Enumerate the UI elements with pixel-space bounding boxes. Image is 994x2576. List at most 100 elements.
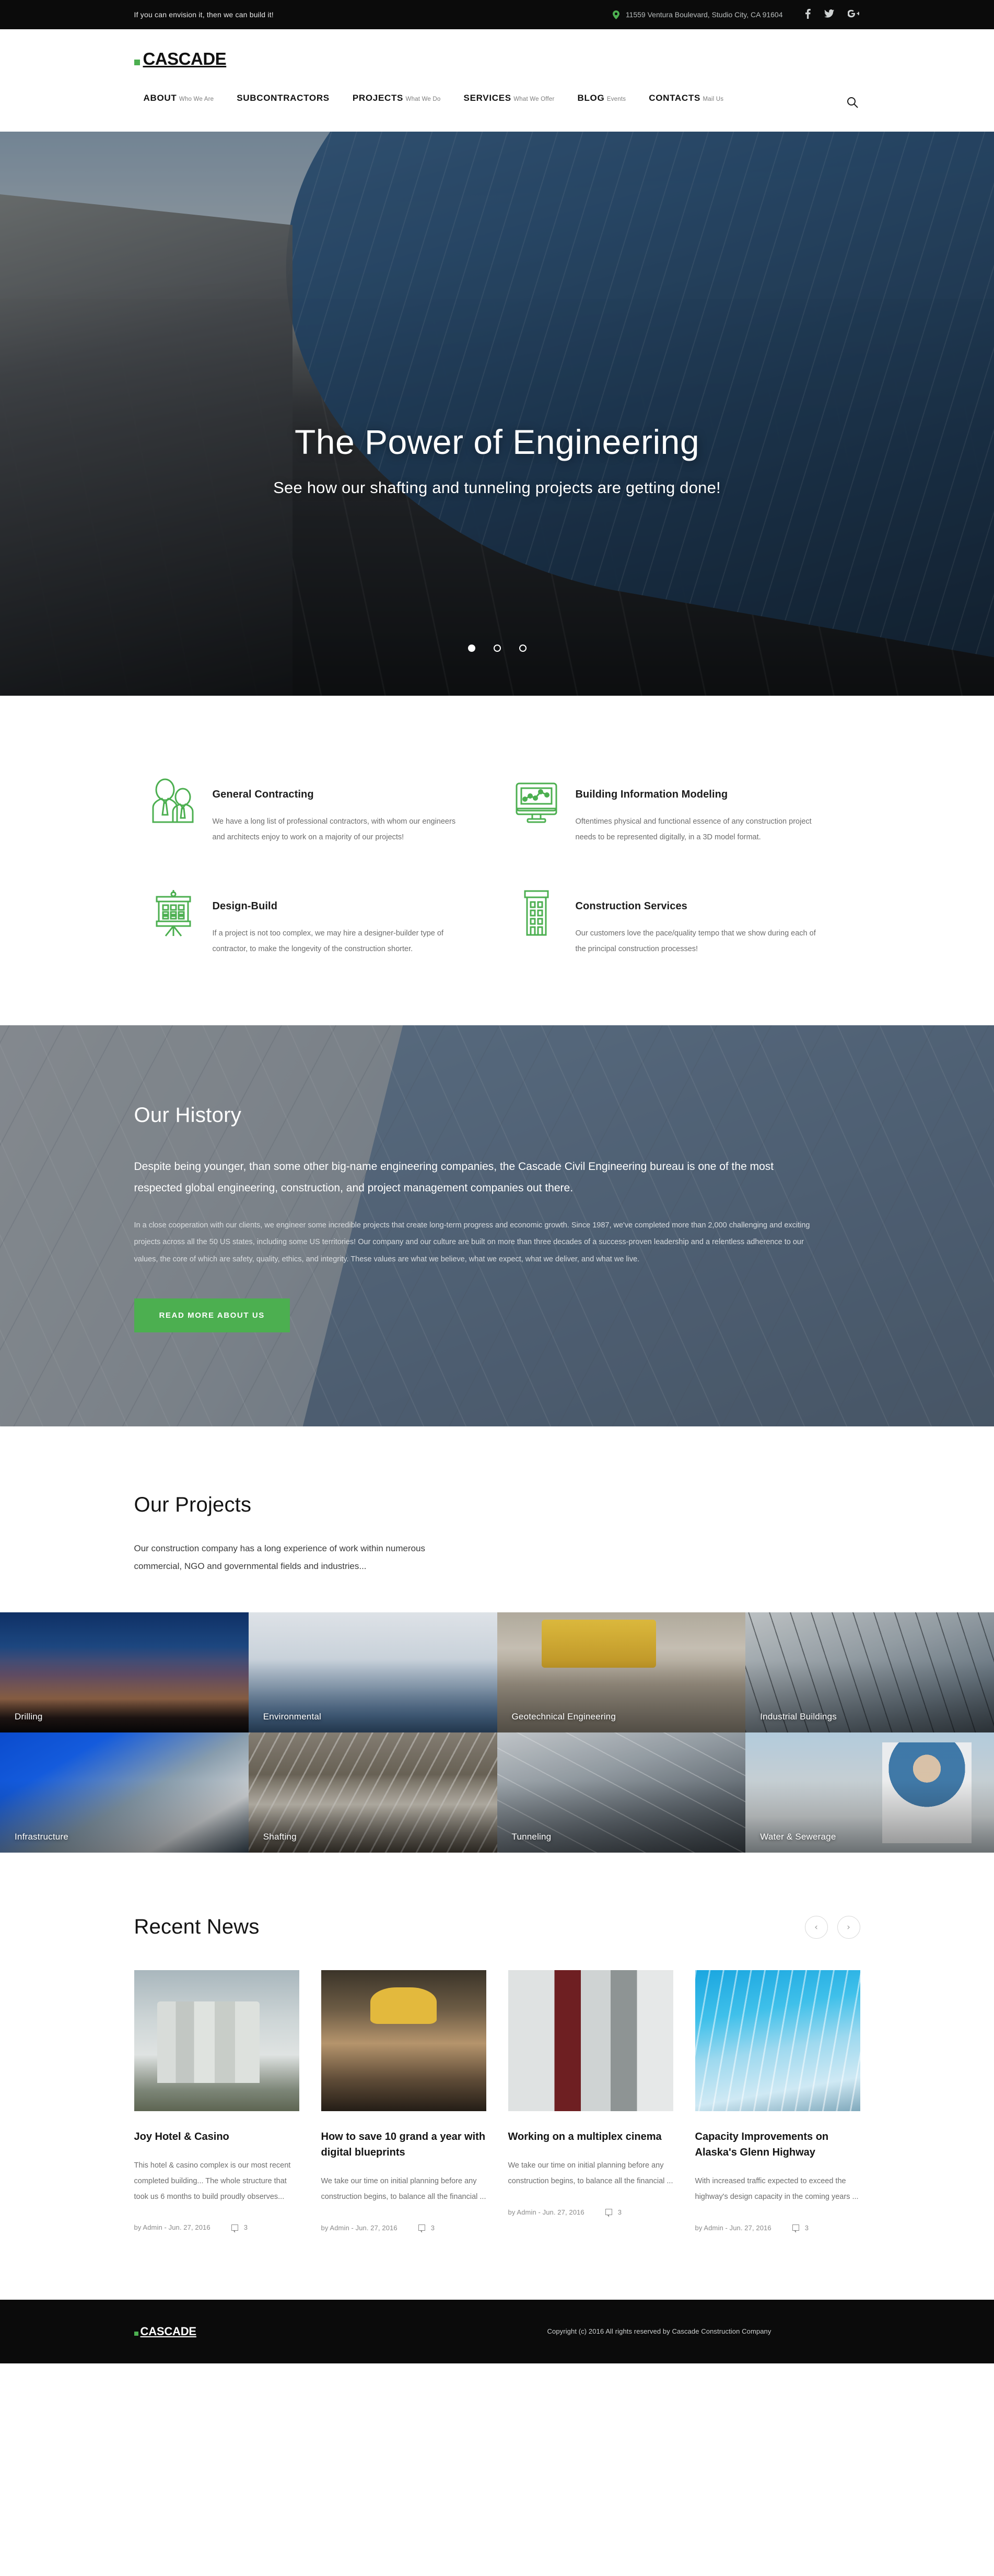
footer-logo-text: CASCADE [140,2324,197,2338]
news-comment-count: 3 [231,2223,248,2233]
nav-title: PROJECTS [352,93,404,103]
project-label: Infrastructure [15,1831,68,1842]
read-more-about-us-button[interactable]: READ MORE ABOUT US [134,1298,290,1332]
google-plus-icon[interactable] [847,9,860,20]
nav-title: BLOG [577,93,605,103]
address-text: 11559 Ventura Boulevard, Studio City, CA… [625,10,783,19]
nav-title: SUBCONTRACTORS [237,93,330,103]
twitter-icon[interactable] [824,9,834,20]
nav-subtitle: Mail Us [703,96,724,102]
nav-subtitle: Who We Are [179,96,214,102]
nav-title: CONTACTS [649,93,700,103]
search-icon[interactable] [846,96,859,110]
nav-item-contacts[interactable]: CONTACTS Mail Us [649,93,723,103]
feature-title: Design-Build [212,900,278,912]
feature-design-build: Design-Build If a project is not too com… [134,886,497,957]
site-logo[interactable]: CASCADE [134,49,227,69]
presentation-board-icon [134,886,213,938]
feature-description: We have a long list of professional cont… [212,817,456,841]
feature-title: Construction Services [575,900,687,912]
hero-slider: The Power of Engineering See how our sha… [0,132,994,696]
news-author-date: by Admin - Jun. 27, 2016 [134,2223,211,2232]
news-thumbnail [134,1970,299,2112]
monitor-chart-icon [497,774,576,826]
news-card-title: Capacity Improvements on Alaska's Glenn … [695,2131,829,2159]
news-card-excerpt: We take our time on initial planning bef… [508,2161,673,2186]
news-thumbnail [695,1970,860,2112]
project-tile-industrial-buildings[interactable]: Industrial Buildings [745,1612,994,1733]
news-card-meta: by Admin - Jun. 27, 2016 3 [321,2224,486,2233]
project-label: Tunneling [511,1831,552,1842]
project-tile-water-sewerage[interactable]: Water & Sewerage [745,1732,994,1853]
project-label: Industrial Buildings [760,1711,837,1722]
nav-title: ABOUT [143,93,177,103]
news-grid: Joy Hotel & Casino This hotel & casino c… [134,1970,860,2233]
project-tile-tunneling[interactable]: Tunneling [497,1732,746,1853]
location-pin-icon [612,10,619,19]
copyright-text: Copyright (c) 2016 All rights reserved b… [547,2327,771,2336]
company-address: 11559 Ventura Boulevard, Studio City, CA… [612,10,783,19]
feature-description: If a project is not too complex, we may … [212,929,443,954]
logo-dot-icon [134,59,140,65]
top-bar-right: 11559 Ventura Boulevard, Studio City, CA… [612,8,860,21]
news-author-date: by Admin - Jun. 27, 2016 [695,2223,771,2232]
news-card[interactable]: How to save 10 grand a year with digital… [321,1970,486,2233]
social-links [805,8,860,21]
nav-item-blog[interactable]: BLOG Events [577,93,626,103]
comment-icon [231,2224,238,2233]
news-card[interactable]: Working on a multiplex cinema We take ou… [508,1970,673,2231]
project-label: Geotechnical Engineering [511,1711,616,1722]
our-projects-section: Our Projects Our construction company ha… [0,1426,994,1613]
chevron-right-icon[interactable]: › [837,1915,860,1939]
news-comment-count: 3 [605,2208,622,2218]
nav-title: SERVICES [463,93,511,103]
history-title: Our History [134,1103,242,1127]
history-lead: Despite being younger, than some other b… [134,1160,774,1194]
news-card-title: How to save 10 grand a year with digital… [321,2131,486,2159]
nav-item-services[interactable]: SERVICES What We Offer [464,93,555,103]
news-card-meta: by Admin - Jun. 27, 2016 3 [508,2208,673,2218]
chevron-left-icon[interactable]: ‹ [804,1915,828,1939]
project-tile-geotechnical-engineering[interactable]: Geotechnical Engineering [497,1612,746,1733]
news-author-date: by Admin - Jun. 27, 2016 [508,2208,584,2216]
hero-dot-1[interactable] [467,645,475,652]
logo-dot-icon [134,2331,138,2336]
hero-dot-2[interactable] [493,645,501,652]
footer-logo[interactable]: CASCADE [134,2325,196,2338]
project-label: Shafting [263,1831,297,1842]
comment-icon [605,2209,612,2218]
top-bar: If you can envision it, then we can buil… [0,0,994,29]
nav-item-about[interactable]: ABOUT Who We Are [144,93,214,103]
project-tile-infrastructure[interactable]: Infrastructure [0,1732,249,1853]
facebook-icon[interactable] [805,8,811,21]
project-tile-drilling[interactable]: Drilling [0,1612,249,1733]
feature-description: Oftentimes physical and functional essen… [575,817,812,841]
history-body: In a close cooperation with our clients,… [134,1221,810,1263]
news-card[interactable]: Capacity Improvements on Alaska's Glenn … [695,1970,860,2233]
news-card-meta: by Admin - Jun. 27, 2016 3 [134,2223,299,2233]
nav-item-projects[interactable]: PROJECTS What We Do [353,93,441,103]
project-label: Environmental [263,1711,322,1722]
project-label: Drilling [15,1711,43,1722]
nav-subtitle: What We Do [405,96,441,102]
news-header: Recent News ‹ › [134,1915,860,1939]
news-card-excerpt: With increased traffic expected to excee… [695,2177,859,2202]
news-card-excerpt: This hotel & casino complex is our most … [134,2161,291,2201]
two-people-icon [134,774,213,826]
nav-item-subcontractors[interactable]: SUBCONTRACTORS [237,93,330,103]
feature-description: Our customers love the pace/quality temp… [575,929,816,954]
main-navigation: ABOUT Who We Are SUBCONTRACTORS PROJECTS… [144,93,747,103]
logo-text: CASCADE [143,49,227,68]
services-features: General Contracting We have a long list … [0,696,994,1025]
hero-dot-3[interactable] [519,645,527,652]
projects-grid: Drilling Environmental Geotechnical Engi… [0,1612,994,1853]
hero-content: The Power of Engineering See how our sha… [0,424,994,499]
feature-building-information-modeling: Building Information Modeling Oftentimes… [497,774,860,845]
project-tile-shafting[interactable]: Shafting [248,1732,497,1853]
project-tile-environmental[interactable]: Environmental [248,1612,497,1733]
hero-subtitle: See how our shafting and tunneling proje… [273,478,721,497]
comment-count-value: 3 [243,2223,248,2232]
page-root: If you can envision it, then we can buil… [0,0,994,2363]
news-card[interactable]: Joy Hotel & Casino This hotel & casino c… [134,1970,299,2233]
project-label: Water & Sewerage [760,1831,836,1842]
